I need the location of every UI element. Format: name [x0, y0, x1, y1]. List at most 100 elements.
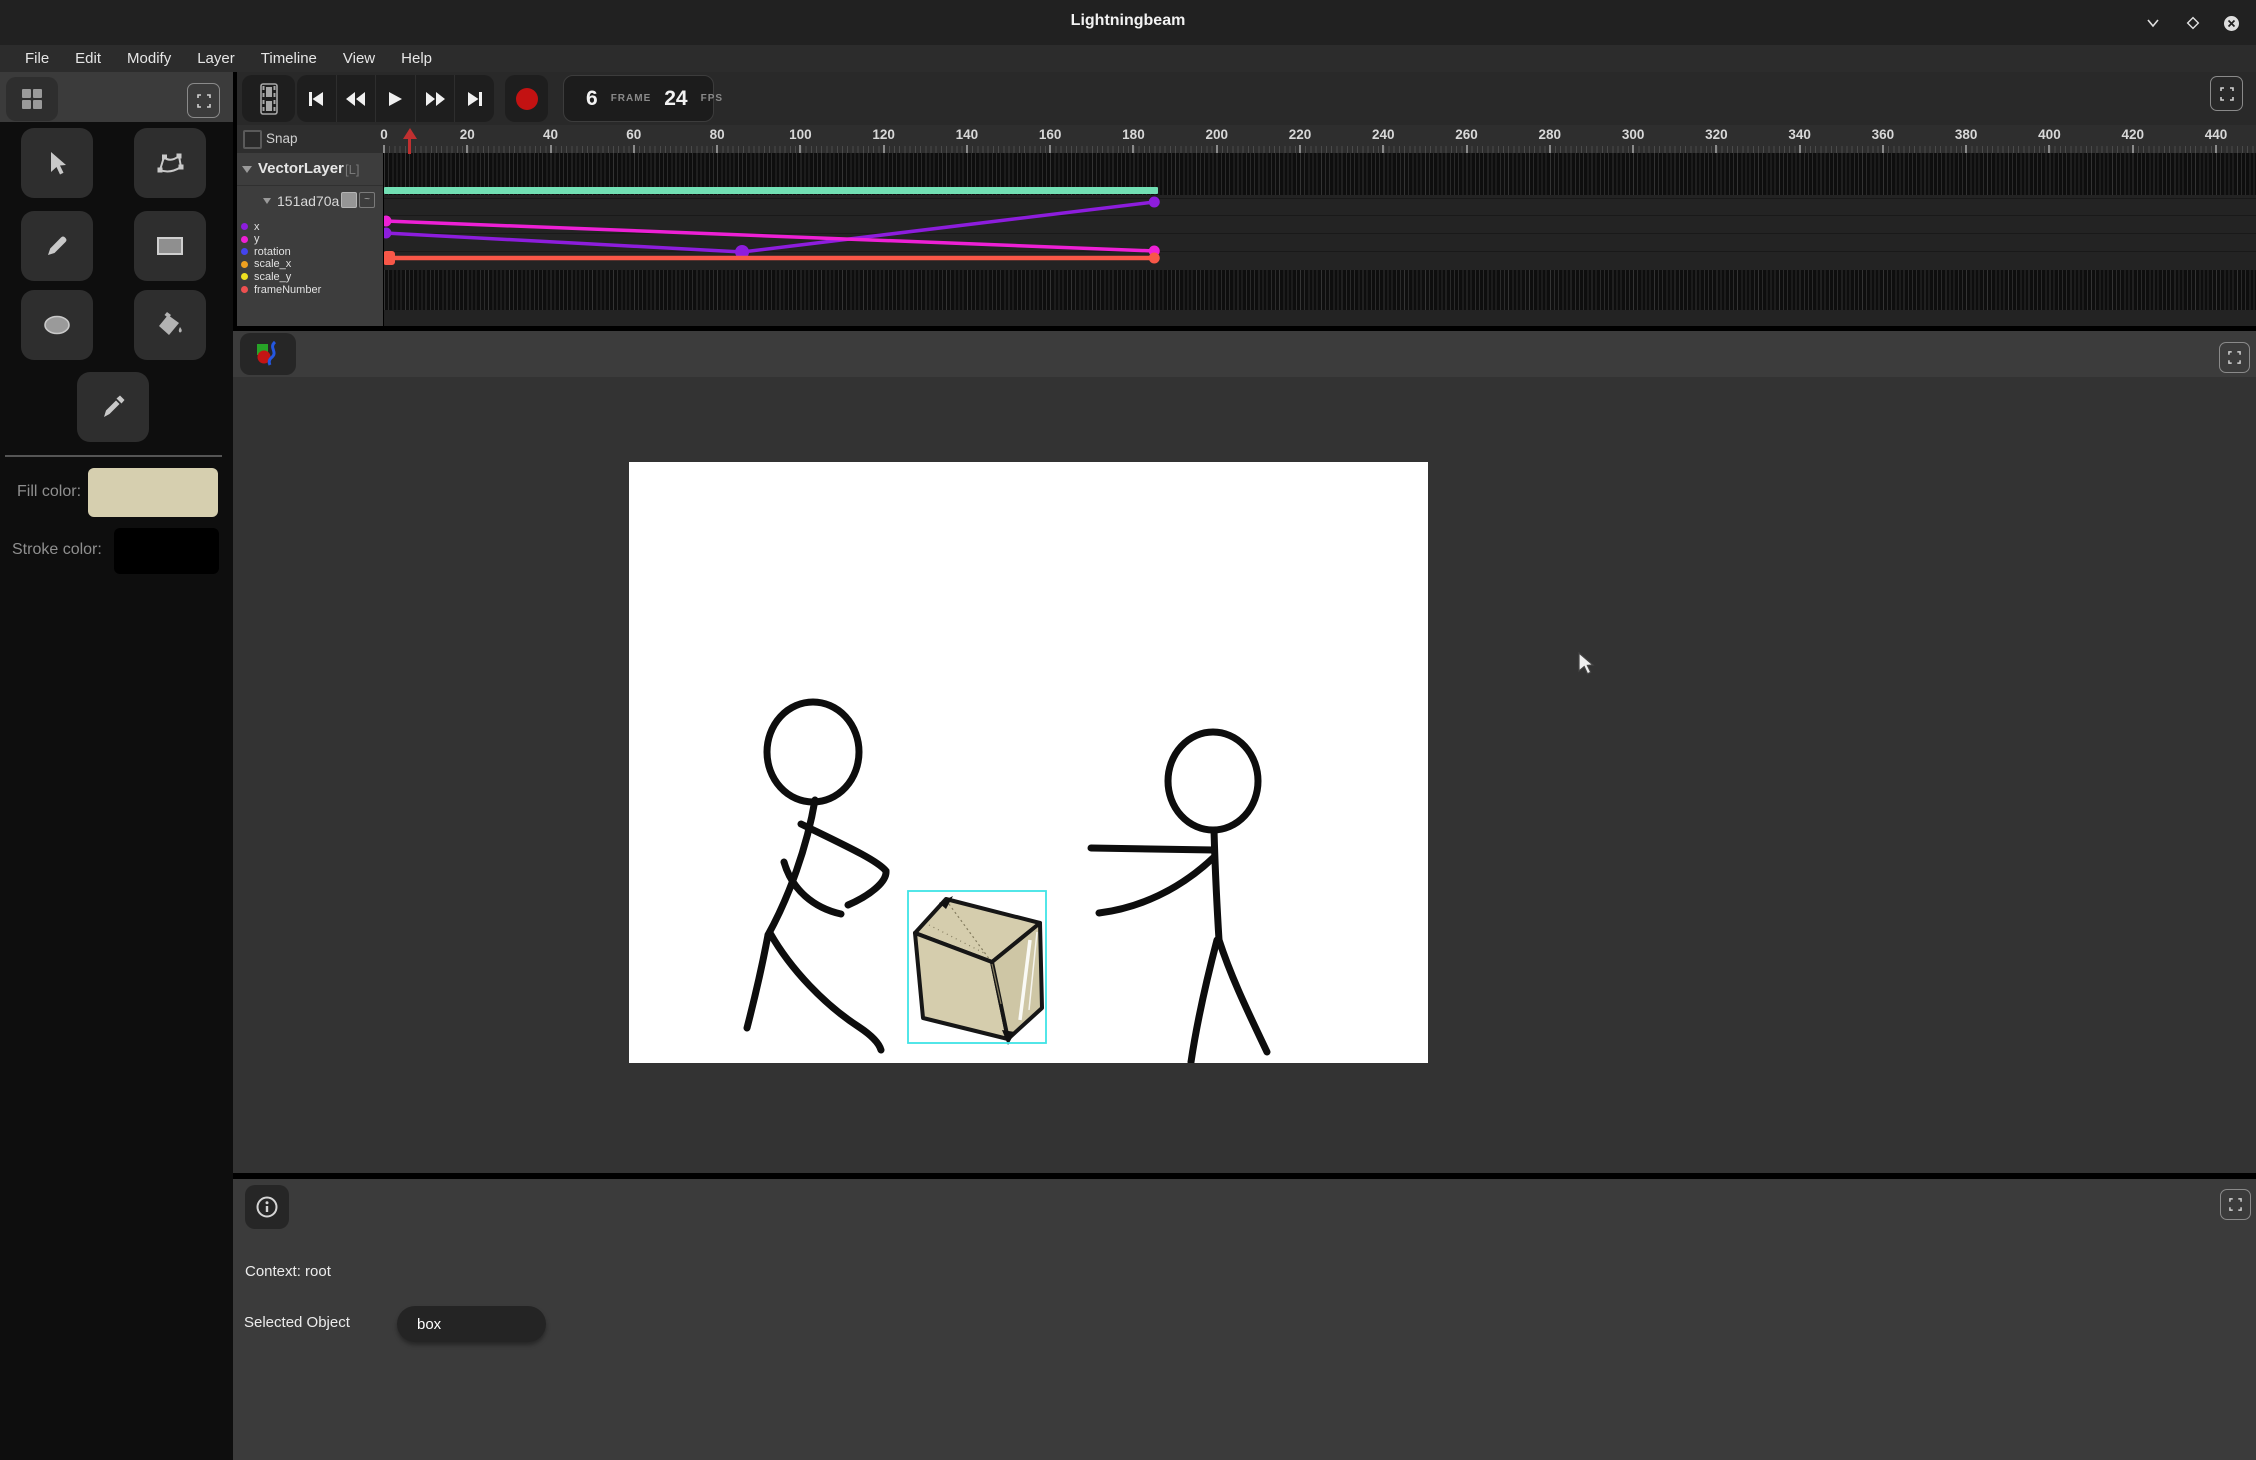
layer-tween-toggle[interactable]: ~ [359, 192, 375, 208]
collapse-arrow-icon[interactable] [263, 198, 271, 204]
ruler-label: 240 [1372, 127, 1395, 142]
frame-unit-label: FRAME [611, 93, 652, 104]
timeline-ruler[interactable]: 0204060801001201401601802002202402602803… [237, 125, 2256, 153]
ruler-tick [1216, 145, 1218, 153]
select-cursor-icon [43, 149, 71, 177]
stroke-color-swatch[interactable] [114, 528, 219, 574]
property-color-dot [241, 236, 248, 243]
menu-item-file[interactable]: File [12, 50, 62, 67]
menu-item-view[interactable]: View [330, 50, 388, 67]
property-row-rotation[interactable]: rotation [237, 245, 291, 258]
ruler-tick [1799, 145, 1801, 153]
panel-grid-button[interactable] [6, 77, 58, 121]
skip-to-start-button[interactable] [297, 75, 337, 122]
keyframe-marker [384, 228, 392, 239]
ruler-tick [1965, 145, 1967, 153]
snap-checkbox[interactable] [243, 130, 262, 149]
drawing-canvas[interactable] [629, 462, 1428, 1063]
ruler-tick [966, 145, 968, 153]
layer-visibility-toggle[interactable] [341, 192, 357, 208]
ruler-label: 140 [956, 127, 979, 142]
sidebar-expand-button[interactable] [187, 83, 220, 118]
ruler-tick [1299, 145, 1301, 153]
tool-eyedropper-button[interactable] [77, 372, 149, 442]
maximize-icon[interactable] [2182, 12, 2204, 34]
skip-to-end-button[interactable] [455, 75, 494, 122]
paint-bucket-icon [155, 310, 185, 340]
property-color-dot [241, 248, 248, 255]
tool-path-button[interactable] [134, 128, 206, 198]
tool-pencil-button[interactable] [21, 211, 93, 281]
fps-unit-label: FPS [701, 93, 723, 104]
property-row-frameNumber[interactable]: frameNumber [237, 283, 321, 296]
ruler-tick [799, 145, 801, 153]
record-button[interactable] [505, 75, 548, 122]
mouse-cursor [1578, 652, 1600, 678]
timeline-frames-row-vectorlayer[interactable] [384, 153, 2256, 185]
tool-paint-bucket-button[interactable] [134, 290, 206, 360]
minimize-icon[interactable] [2142, 12, 2164, 34]
menu-item-timeline[interactable]: Timeline [248, 50, 330, 67]
ruler-label: 260 [1455, 127, 1478, 142]
frame-fps-display: 6 FRAME 24 FPS [563, 75, 714, 122]
fullscreen-icon [197, 94, 211, 108]
close-icon[interactable] [2220, 12, 2242, 34]
ruler-label: 340 [1788, 127, 1811, 142]
app-window: Lightningbeam FileEditModifyLayerTimelin… [0, 0, 2256, 1460]
property-row-y[interactable]: y [237, 233, 260, 246]
info-button[interactable] [245, 1185, 289, 1229]
ruler-label: 400 [2038, 127, 2061, 142]
fast-forward-icon [425, 91, 446, 107]
selected-object-field[interactable]: box [397, 1306, 546, 1342]
property-color-dot [241, 261, 248, 268]
stick-figure-right [1091, 732, 1267, 1062]
keyframe-marker [384, 251, 395, 265]
property-row-x[interactable]: x [237, 220, 260, 233]
window-title: Lightningbeam [0, 12, 2256, 30]
property-row-scale_y[interactable]: scale_y [237, 270, 291, 283]
property-row-scale_x[interactable]: scale_x [237, 258, 291, 271]
timeline-frames-row-lower[interactable] [384, 270, 2256, 310]
layer-panel: VectorLayer [L] 151ad70a… ~ xyrotationsc… [237, 153, 383, 326]
film-button[interactable] [242, 75, 295, 122]
tool-select-button[interactable] [21, 128, 93, 198]
menu-item-layer[interactable]: Layer [184, 50, 248, 67]
fps-value: 24 [664, 87, 687, 111]
playhead-marker[interactable] [403, 128, 417, 139]
collapse-arrow-icon[interactable] [242, 166, 252, 173]
selected-object-value: box [417, 1316, 441, 1333]
play-button[interactable] [376, 75, 416, 122]
menu-item-modify[interactable]: Modify [114, 50, 184, 67]
layer-badge: [L] [345, 162, 359, 177]
skip-to-start-icon [307, 91, 325, 107]
shapes-mode-button[interactable] [240, 333, 296, 375]
keyframe-marker [1149, 253, 1160, 264]
ruler-tick [716, 145, 718, 153]
property-label: x [254, 221, 260, 233]
fast-forward-button[interactable] [416, 75, 456, 122]
selected-object-label: Selected Object [244, 1314, 350, 1331]
rewind-button[interactable] [337, 75, 377, 122]
path-icon [154, 149, 186, 177]
tool-ellipse-button[interactable] [21, 290, 93, 360]
fill-color-swatch[interactable] [88, 468, 218, 517]
ruler-tick [1049, 145, 1051, 153]
keyframe-marker [384, 216, 392, 227]
tween-span-bar[interactable] [384, 187, 1158, 194]
menu-item-edit[interactable]: Edit [62, 50, 114, 67]
property-label: y [254, 233, 260, 245]
layer-row-vectorlayer[interactable]: VectorLayer [L] [237, 153, 383, 186]
timeline-expand-button[interactable] [2210, 76, 2243, 111]
menu-item-help[interactable]: Help [388, 50, 445, 67]
ruler-label: 0 [380, 127, 388, 142]
curve-y [385, 221, 1154, 251]
tool-rectangle-button[interactable] [134, 211, 206, 281]
ruler-label: 20 [460, 127, 475, 142]
snap-label: Snap [266, 131, 298, 146]
canvas-expand-button[interactable] [2219, 342, 2250, 373]
eyedropper-icon [99, 393, 127, 421]
ruler-tick [1632, 145, 1634, 153]
property-color-dot [241, 273, 248, 280]
info-panel-expand-button[interactable] [2220, 1189, 2251, 1220]
property-color-dot [241, 223, 248, 230]
